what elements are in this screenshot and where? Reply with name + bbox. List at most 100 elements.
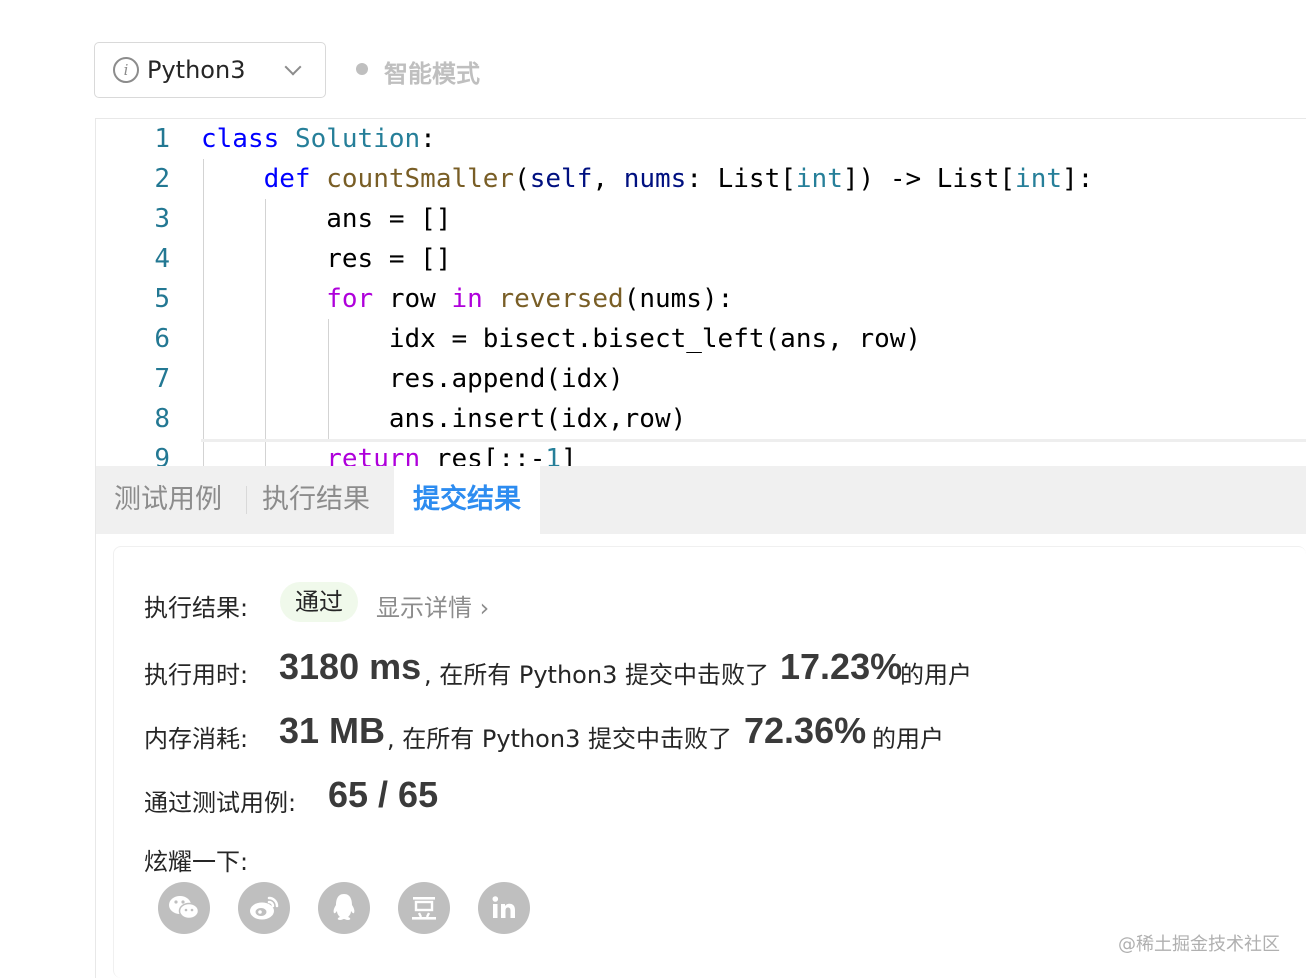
status-badge: 通过 bbox=[280, 582, 358, 622]
code-line[interactable]: 3 ans = [] bbox=[96, 199, 1306, 239]
bottom-tabs: 测试用例 执行结果 提交结果 bbox=[95, 466, 1306, 534]
language-label: Python3 bbox=[147, 56, 246, 84]
code-text: res = [] bbox=[201, 239, 451, 279]
tab-submit-result[interactable]: 提交结果 bbox=[394, 466, 540, 534]
code-token: countSmaller bbox=[326, 164, 515, 194]
code-line[interactable]: 4 res = [] bbox=[96, 239, 1306, 279]
code-token: res[::- bbox=[420, 444, 546, 466]
code-token: int bbox=[795, 164, 843, 194]
code-token: ans.insert(idx,row) bbox=[201, 404, 687, 434]
code-token: int bbox=[1015, 164, 1063, 194]
code-token: ]) -> List[ bbox=[842, 164, 1016, 194]
linkedin-icon bbox=[492, 896, 515, 918]
code-text: res.append(idx) bbox=[201, 359, 624, 399]
line-number: 6 bbox=[154, 324, 170, 354]
code-token: : bbox=[420, 124, 436, 154]
code-token: ( bbox=[514, 164, 530, 194]
test-cases-value: 65 / 65 bbox=[328, 774, 439, 815]
line-number: 5 bbox=[154, 284, 170, 314]
watermark: @稀土掘金技术社区 bbox=[1118, 934, 1280, 955]
wechat-icon bbox=[169, 896, 200, 920]
code-text: ans.insert(idx,row) bbox=[201, 399, 686, 439]
memory-suffix: 的用户 bbox=[872, 725, 944, 753]
code-token: for bbox=[326, 284, 374, 314]
share-weibo-button[interactable] bbox=[238, 882, 290, 934]
code-token: ans = [] bbox=[201, 204, 452, 234]
smart-mode-toggle[interactable]: 智能模式 bbox=[384, 54, 480, 89]
code-token: ]: bbox=[1062, 164, 1094, 194]
code-text: ans = [] bbox=[201, 199, 451, 239]
code-token: (nums): bbox=[623, 284, 734, 314]
mode-indicator-dot bbox=[356, 63, 368, 75]
code-line[interactable]: 2 def countSmaller(self, nums: List[int]… bbox=[96, 159, 1306, 199]
line-number: 2 bbox=[154, 164, 170, 194]
code-line[interactable]: 5 for row in reversed(nums): bbox=[96, 279, 1306, 319]
weibo-icon bbox=[250, 896, 279, 920]
line-number: 1 bbox=[154, 124, 170, 154]
code-token: nums bbox=[623, 164, 687, 194]
test-cases-label: 通过测试用例: bbox=[144, 789, 297, 817]
line-number: 4 bbox=[154, 244, 170, 274]
share-linkedin-button[interactable] bbox=[478, 882, 530, 934]
code-token: res = [] bbox=[201, 244, 452, 274]
memory-text: , 在所有 Python3 提交中击败了 bbox=[387, 725, 732, 753]
code-text: class Solution: bbox=[201, 119, 436, 159]
info-icon: i bbox=[113, 57, 139, 83]
code-line[interactable]: 9 return res[::-1] bbox=[96, 439, 1306, 466]
code-text: return res[::-1] bbox=[201, 439, 577, 466]
runtime-value: 3180 ms bbox=[279, 646, 422, 687]
share-qq-button[interactable] bbox=[318, 882, 370, 934]
code-token: return bbox=[326, 444, 421, 466]
code-text: for row in reversed(nums): bbox=[201, 279, 733, 319]
code-token: 1 bbox=[545, 444, 562, 466]
line-number: 9 bbox=[154, 444, 170, 466]
memory-label: 内存消耗: bbox=[144, 725, 249, 753]
runtime-text: , 在所有 Python3 提交中击败了 bbox=[424, 661, 769, 689]
share-douban-button[interactable] bbox=[398, 882, 450, 934]
code-token: Solution bbox=[294, 124, 421, 154]
share-label: 炫耀一下: bbox=[144, 848, 249, 876]
runtime-percent: 17.23% bbox=[780, 646, 903, 687]
memory-value: 31 MB bbox=[279, 710, 386, 751]
line-number: 7 bbox=[154, 364, 170, 394]
line-number: 3 bbox=[154, 204, 170, 234]
code-line[interactable]: 7 res.append(idx) bbox=[96, 359, 1306, 399]
code-token: res.append(idx) bbox=[201, 364, 624, 394]
code-text: idx = bisect.bisect_left(ans, row) bbox=[201, 319, 921, 359]
code-token: ] bbox=[561, 444, 577, 466]
code-token: row bbox=[373, 284, 452, 314]
code-token: idx = bisect.bisect_left(ans, row) bbox=[201, 324, 922, 354]
code-line[interactable]: 1 class Solution: bbox=[96, 119, 1306, 159]
code-token: self bbox=[529, 164, 593, 194]
code-line[interactable]: 6 idx = bisect.bisect_left(ans, row) bbox=[96, 319, 1306, 359]
code-token: : List[ bbox=[686, 164, 796, 194]
language-select[interactable]: i Python3 bbox=[94, 42, 326, 98]
tab-test-cases[interactable]: 测试用例 bbox=[114, 466, 222, 534]
memory-percent: 72.36% bbox=[744, 710, 867, 751]
chevron-down-icon bbox=[284, 58, 302, 76]
share-wechat-button[interactable] bbox=[158, 882, 210, 934]
code-text: def countSmaller(self, nums: List[int]) … bbox=[201, 159, 1094, 199]
code-token: class bbox=[201, 124, 280, 154]
qq-icon bbox=[333, 894, 355, 920]
code-editor[interactable]: 1 class Solution: 2 def countSmaller(self,… bbox=[95, 118, 1306, 466]
tab-divider bbox=[246, 486, 247, 514]
code-token: , bbox=[592, 164, 624, 194]
tab-run-result[interactable]: 执行结果 bbox=[262, 466, 370, 534]
status-label: 执行结果: bbox=[144, 594, 249, 622]
code-line[interactable]: 8 ans.insert(idx,row) bbox=[96, 399, 1306, 439]
code-token: in bbox=[451, 284, 483, 314]
runtime-label: 执行用时: bbox=[144, 661, 249, 689]
show-details-link[interactable]: 显示详情 › bbox=[376, 588, 489, 623]
code-token: def bbox=[263, 164, 311, 194]
code-token: reversed bbox=[498, 284, 624, 314]
runtime-suffix: 的用户 bbox=[900, 661, 972, 689]
douban-icon bbox=[412, 897, 436, 920]
line-number: 8 bbox=[154, 404, 170, 434]
